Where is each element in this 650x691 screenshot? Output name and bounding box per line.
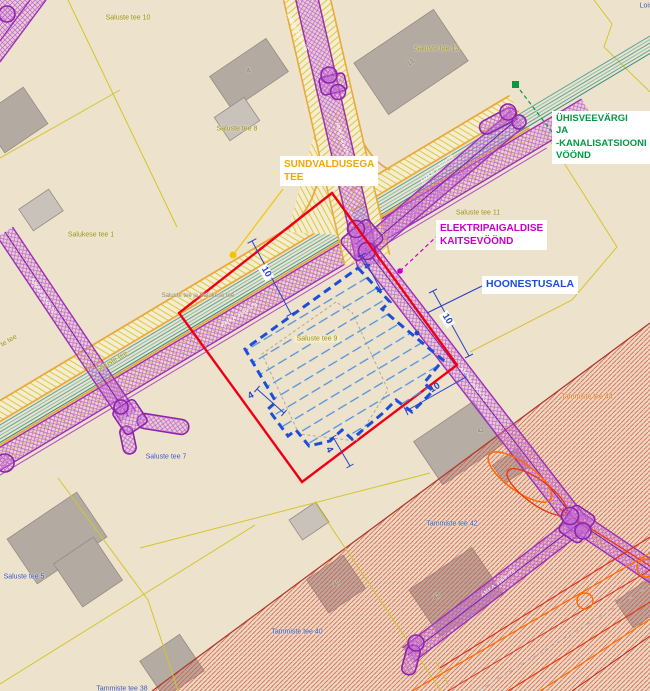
parcel-label-saluste-7: Saluste tee 7 xyxy=(146,454,187,461)
parcel-label-saluste-11: Saluste tee 11 xyxy=(456,210,500,217)
callout-uhisveevark-line1: ÜHISVEEVÄRGI xyxy=(556,113,647,125)
callout-uhisveevark-line3: -KANALISATSIOONI xyxy=(556,138,647,150)
callout-elektripaigaldis: ELEKTRIPAIGALDISE KAITSEVÖÖND xyxy=(436,220,547,250)
parcel-label-salukese-1: Salukese tee 1 xyxy=(68,232,114,239)
callout-hoonestusala: HOONESTUSALA xyxy=(482,276,578,294)
parcel-label-saluste-10: Saluste tee 10 xyxy=(106,15,151,22)
callout-sundvaldusega-line1: SUNDVALDUSEGA xyxy=(284,158,374,171)
parcel-label-tammiste-44: Tammiste tee 44 xyxy=(561,394,612,401)
callout-uhisveevark-line4: VÖÖND xyxy=(556,150,647,162)
parcel-label-saluste-8: Saluste tee 8 xyxy=(217,126,258,133)
parcel-label-saluste-9: Saluste tee 9 xyxy=(295,336,340,343)
callout-uhisveevark: ÜHISVEEVÄRGI JA -KANALISATSIOONI VÖÖND xyxy=(552,111,650,164)
parcel-label-saluste-13: Saluste tee 13 xyxy=(415,46,460,53)
callout-sundvaldusega-tee: SUNDVALDUSEGA TEE xyxy=(280,156,378,186)
callout-uhisveevark-line2: JA xyxy=(556,125,647,137)
parcel-label-loist: Loist xyxy=(640,3,650,10)
parcel-label-tammiste-38: Tammiste tee 38 xyxy=(96,686,147,691)
callout-sundvaldusega-line2: TEE xyxy=(284,171,374,184)
parcel-label-tammiste-40: Tammiste tee 40 xyxy=(271,629,322,636)
callout-elektri-line1: ELEKTRIPAIGALDISE xyxy=(440,222,543,235)
parcel-label-saluste-5: Saluste tee 5 xyxy=(4,574,45,581)
parcel-label-tammiste-42: Tammiste tee 42 xyxy=(426,521,477,528)
road-name-junction: Saluste tee ja Salukese tee xyxy=(162,293,235,299)
callout-elektri-line2: KAITSEVÖÖND xyxy=(440,235,543,248)
detail-plan-map[interactable]: Saluste tee 10 Saluste tee 8 Saluste tee… xyxy=(0,0,650,691)
map-canvas xyxy=(0,0,650,691)
